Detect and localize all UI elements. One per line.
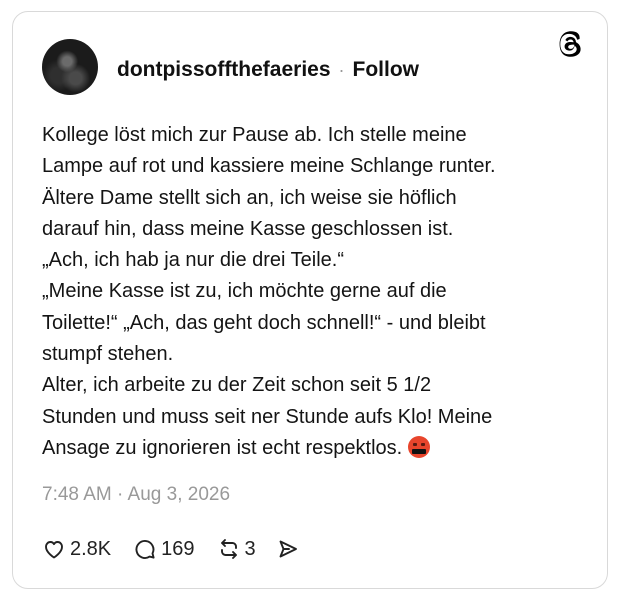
repost-arrows-icon xyxy=(220,539,237,559)
heart-icon xyxy=(45,541,63,559)
post-card: dontpissoffthefaeries · Follow Kollege l… xyxy=(12,11,608,589)
share-button[interactable] xyxy=(276,537,300,561)
username[interactable]: dontpissoffthefaeries xyxy=(117,58,331,82)
like-count: 2.8K xyxy=(70,537,112,560)
post-text-line: stumpf stehen. xyxy=(42,343,174,366)
post-text-line: darauf hin, dass meine Kasse geschlossen… xyxy=(42,217,454,240)
reply-count: 169 xyxy=(161,537,195,560)
post-text-line: Stunden und muss seit ner Stunde aufs Kl… xyxy=(42,405,493,428)
avatar[interactable] xyxy=(42,39,98,95)
reply-button[interactable]: 169 xyxy=(133,537,195,561)
post-header: dontpissoffthefaeries · Follow xyxy=(117,56,419,84)
cursing-face-emoji-icon xyxy=(408,435,431,458)
post-text-line-content: Ansage zu ignorieren ist echt respektlos… xyxy=(42,436,403,459)
post-text-line: Toilette!“ „Ach, das geht doch schnell!“… xyxy=(42,311,486,334)
action-bar: 2.8K 169 3 xyxy=(42,534,300,564)
post-text-line: Lampe auf rot und kassiere meine Schlang… xyxy=(42,155,496,178)
post-text-line: „Meine Kasse ist zu, ich möchte gerne au… xyxy=(42,280,447,303)
threads-logo-icon[interactable] xyxy=(558,31,584,57)
header-separator: · xyxy=(338,59,345,80)
like-button[interactable]: 2.8K xyxy=(42,537,111,561)
post-text-line: Kollege löst mich zur Pause ab. Ich stel… xyxy=(42,124,467,146)
follow-button[interactable]: Follow xyxy=(353,58,420,82)
post-text-line: Ältere Dame stellt sich an, ich weise si… xyxy=(42,186,457,209)
send-icon xyxy=(279,540,297,558)
repost-count: 3 xyxy=(244,537,256,560)
post-text-line: Alter, ich arbeite zu der Zeit schon sei… xyxy=(42,374,432,397)
speech-bubble-icon xyxy=(135,540,155,559)
repost-button[interactable]: 3 xyxy=(217,537,256,561)
post-text-line-last: Ansage zu ignorieren ist echt respektlos… xyxy=(42,433,582,464)
post-text-line: „Ach, ich hab ja nur die drei Teile.“ xyxy=(42,249,345,272)
post-timestamp[interactable]: 7:48 AM · Aug 3, 2026 xyxy=(42,484,230,506)
post-body: Kollege löst mich zur Pause ab. Ich stel… xyxy=(42,120,582,464)
